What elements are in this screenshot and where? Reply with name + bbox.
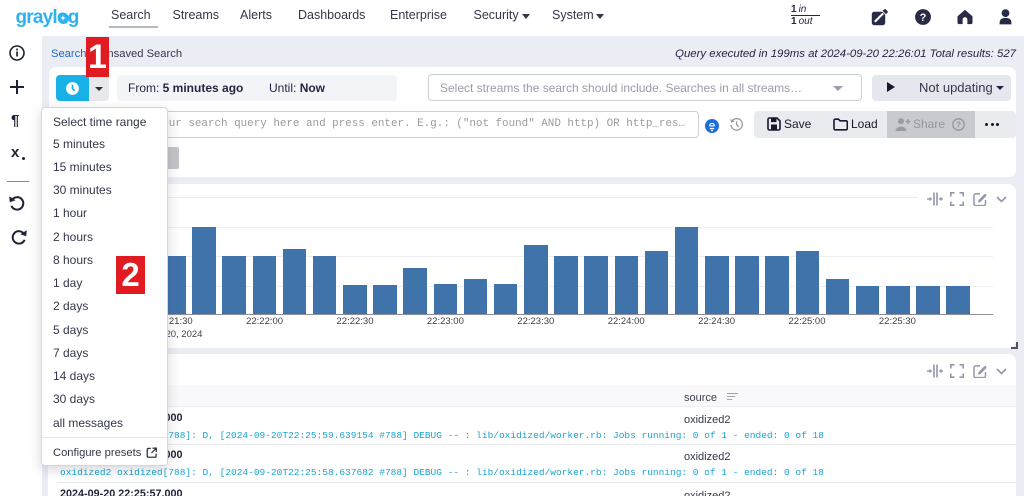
svg-text:?: ? bbox=[919, 12, 926, 24]
svg-text:?: ? bbox=[956, 120, 961, 130]
